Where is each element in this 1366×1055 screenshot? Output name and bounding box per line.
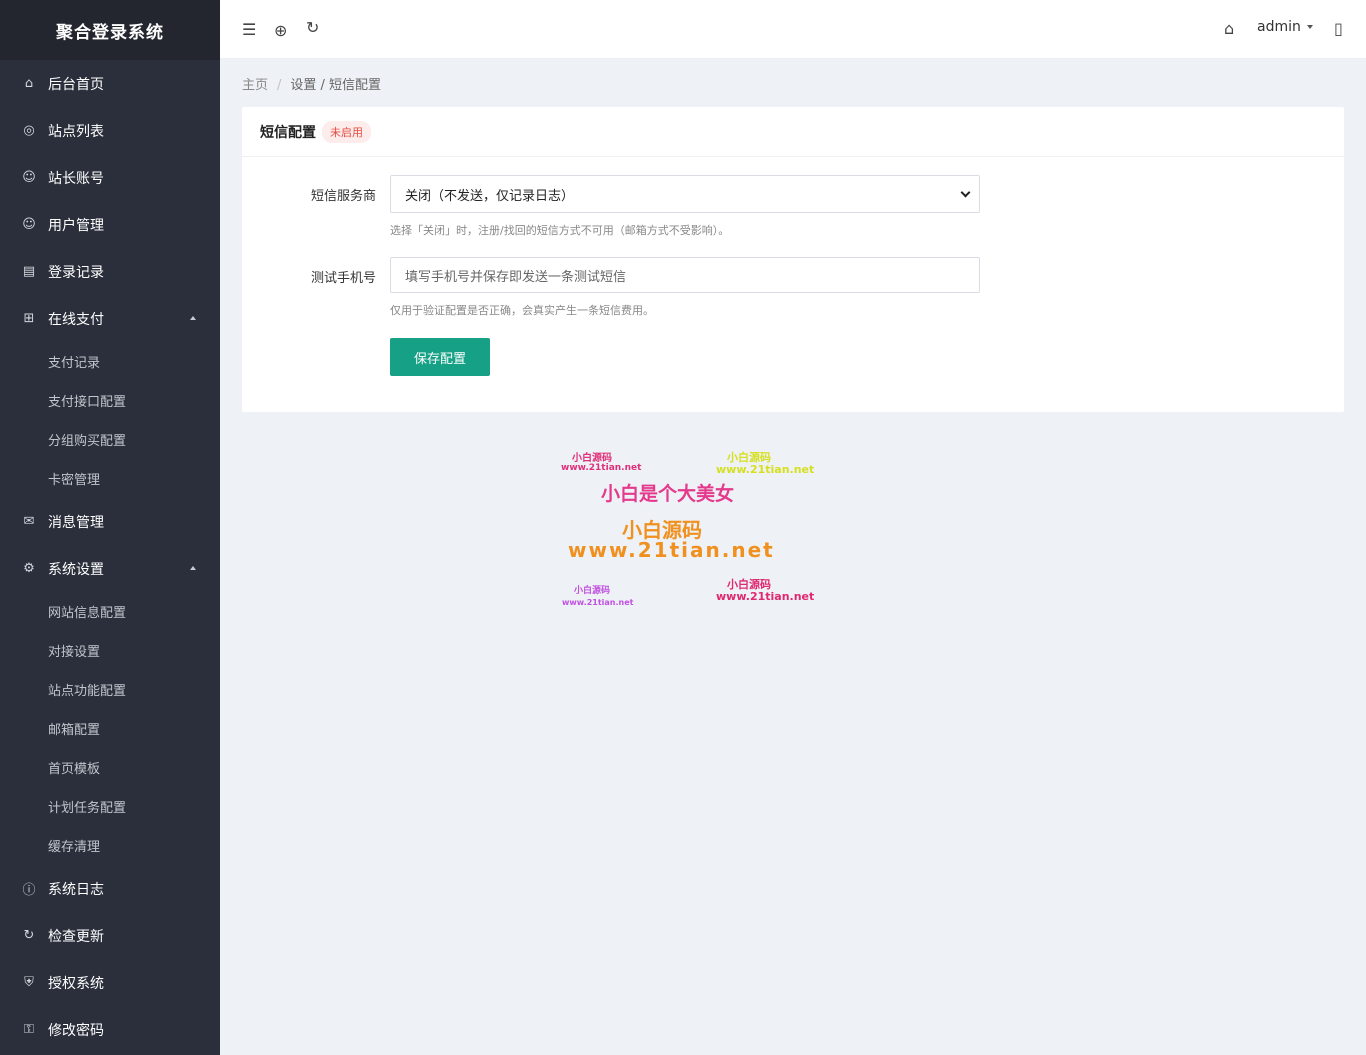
sidebar: 聚合登录系统 ⌂ 后台首页 ◎ 站点列表 ☺ 站长账号 ☺ 用户管理 ▤ 登录记… <box>0 0 220 1055</box>
status-badge: 未启用 <box>322 120 371 143</box>
sidebar-item-password[interactable]: ⚿ 修改密码 <box>0 1006 220 1053</box>
provider-selected-value: 关闭（不发送，仅记录日志） <box>405 188 575 204</box>
sidebar-item-label: 用户管理 <box>48 217 104 234</box>
breadcrumb-home[interactable]: 主页 <box>242 78 268 93</box>
sidebar-subitem-card-keys[interactable]: 卡密管理 <box>0 459 220 498</box>
sidebar-item-label: 后台首页 <box>48 76 104 93</box>
top-header: ☰ ⊕ ↻ ⌂ ▯ <box>220 0 1366 59</box>
watermark-text: www.21tian.net <box>562 598 634 607</box>
globe-icon[interactable]: ⊕ <box>274 21 287 40</box>
sidebar-item-label: 系统日志 <box>48 881 104 898</box>
card-header: 短信配置 未启用 <box>242 107 1344 157</box>
gear-icon: ⚙ <box>23 561 35 576</box>
watermark-text: 小白是个大美女 <box>601 483 735 505</box>
sidebar-item-label: 修改密码 <box>48 1022 104 1039</box>
sidebar-item-users[interactable]: ☺ 用户管理 <box>0 201 220 248</box>
home-icon[interactable]: ⌂ <box>1224 19 1234 38</box>
mail-icon: ✉ <box>23 514 35 529</box>
watermark-text: www.21tian.net <box>716 590 815 603</box>
save-button[interactable]: 保存配置 <box>390 338 490 376</box>
home-icon: ⌂ <box>24 76 34 91</box>
sidebar-item-login-records[interactable]: ▤ 登录记录 <box>0 248 220 295</box>
test-phone-input[interactable]: 填写手机号并保存即发送一条测试短信 <box>390 257 980 293</box>
app-logo-title: 聚合登录系统 <box>0 0 220 60</box>
key-icon: ⚿ <box>24 1022 34 1037</box>
shield-icon: ⛨ <box>24 975 34 990</box>
phone-label: 测试手机号 <box>310 271 376 286</box>
menu-toggle-icon[interactable]: ☰ <box>242 20 256 39</box>
sidebar-item-messages[interactable]: ✉ 消息管理 <box>0 498 220 545</box>
sidebar-subitem-integration[interactable]: 对接设置 <box>0 631 220 670</box>
fullscreen-icon[interactable]: ▯ <box>1334 19 1343 38</box>
watermark-text: 小白源码 <box>572 453 612 464</box>
caret-up-icon <box>190 316 196 320</box>
watermark-text: 小白源码 <box>574 586 611 596</box>
sidebar-subitem-payment-records[interactable]: 支付记录 <box>0 342 220 381</box>
sidebar-item-label: 在线支付 <box>48 311 104 328</box>
sidebar-item-update[interactable]: ↻ 检查更新 <box>0 912 220 959</box>
provider-label: 短信服务商 <box>310 189 376 204</box>
grid-icon: ⊞ <box>23 311 35 326</box>
target-icon: ◎ <box>23 123 35 138</box>
sidebar-subitem-group-purchase[interactable]: 分组购买配置 <box>0 420 220 459</box>
sidebar-item-sites[interactable]: ◎ 站点列表 <box>0 107 220 154</box>
sidebar-item-label: 站点列表 <box>48 123 104 140</box>
caret-up-icon <box>190 566 196 570</box>
watermark-text: www.21tian.net <box>716 463 815 476</box>
breadcrumb-separator: / <box>277 78 282 93</box>
sidebar-item-label: 授权系统 <box>48 975 104 992</box>
refresh-icon[interactable]: ↻ <box>306 18 319 37</box>
smile-icon: ☺ <box>22 170 36 185</box>
sms-config-card: 短信配置 未启用 短信服务商 关闭（不发送，仅记录日志） 选择「关闭」时，注册/… <box>242 107 1344 412</box>
list-icon: ▤ <box>22 264 36 279</box>
sidebar-subitem-site-info[interactable]: 网站信息配置 <box>0 592 220 631</box>
sidebar-item-label: 登录记录 <box>48 264 104 281</box>
breadcrumb-current: 设置 / 短信配置 <box>290 78 382 93</box>
chevron-down-icon <box>960 187 971 198</box>
breadcrumb: 主页 / 设置 / 短信配置 <box>242 74 381 93</box>
refresh-icon: ↻ <box>23 928 35 943</box>
test-phone-placeholder: 填写手机号并保存即发送一条测试短信 <box>405 269 627 285</box>
sidebar-subitem-cache[interactable]: 缓存清理 <box>0 826 220 865</box>
sidebar-item-label: 站长账号 <box>48 170 104 187</box>
info-icon: ⓘ <box>22 883 36 898</box>
sidebar-subitem-email[interactable]: 邮箱配置 <box>0 709 220 748</box>
sidebar-item-label: 消息管理 <box>48 514 104 531</box>
sidebar-subitem-home-template[interactable]: 首页模板 <box>0 748 220 787</box>
phone-hint: 仅用于验证配置是否正确，会真实产生一条短信费用。 <box>390 304 654 317</box>
smile-icon: ☺ <box>22 217 36 232</box>
watermark-text: www.21tian.net <box>568 538 775 562</box>
provider-hint: 选择「关闭」时，注册/找回的短信方式不可用（邮箱方式不受影响）。 <box>390 224 730 237</box>
sidebar-item-payment[interactable]: ⊞ 在线支付 <box>0 295 220 342</box>
sidebar-item-webmasters[interactable]: ☺ 站长账号 <box>0 154 220 201</box>
sidebar-item-license[interactable]: ⛨ 授权系统 <box>0 959 220 1006</box>
sidebar-subitem-cron[interactable]: 计划任务配置 <box>0 787 220 826</box>
sidebar-item-logs[interactable]: ⓘ 系统日志 <box>0 865 220 912</box>
username: admin <box>1257 19 1301 35</box>
sidebar-subitem-site-features[interactable]: 站点功能配置 <box>0 670 220 709</box>
dropdown-arrow-icon <box>1306 25 1313 29</box>
card-title: 短信配置 <box>260 124 316 141</box>
sidebar-item-label: 系统设置 <box>48 561 104 578</box>
watermark-text: www.21tian.net <box>561 463 642 473</box>
sidebar-item-label: 检查更新 <box>48 928 104 945</box>
user-menu[interactable]: admin <box>1257 19 1313 35</box>
sidebar-item-dashboard[interactable]: ⌂ 后台首页 <box>0 60 220 107</box>
sidebar-subitem-payment-config[interactable]: 支付接口配置 <box>0 381 220 420</box>
provider-select[interactable]: 关闭（不发送，仅记录日志） <box>390 175 980 213</box>
sidebar-item-settings[interactable]: ⚙ 系统设置 <box>0 545 220 592</box>
